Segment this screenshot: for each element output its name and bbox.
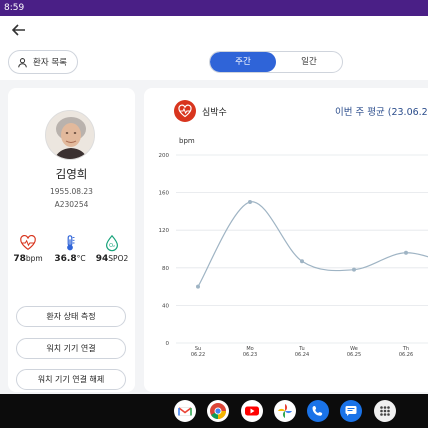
app-dock	[167, 400, 412, 424]
phone-icon[interactable]	[307, 400, 329, 422]
patient-birth-date: 1955.08.23	[50, 187, 93, 196]
person-icon	[18, 57, 27, 67]
data-point	[196, 284, 200, 289]
vital-temperature: 36.8°C	[52, 234, 88, 264]
y-tick-label: 0	[166, 341, 170, 347]
status-bar: 8:59	[0, 0, 428, 16]
heart-rate-panel: 심박수 이번 주 평균 (23.06.2 bpm 0 40 80 120 160 200 Su…	[144, 88, 428, 392]
x-tick-date: 06.26	[399, 352, 413, 358]
patient-list-label: 환자 목록	[33, 58, 67, 68]
tab-daily[interactable]: 일간	[276, 52, 342, 72]
temperature-value: 36.8	[54, 254, 77, 264]
tab-weekly[interactable]: 주간	[210, 52, 276, 72]
y-tick-label: 200	[159, 153, 170, 159]
app-drawer-icon[interactable]	[374, 400, 396, 422]
gmail-icon[interactable]	[174, 400, 196, 422]
spo2-unit: SPO2	[108, 254, 129, 263]
period-toggle: 주간 일간	[209, 51, 343, 73]
patient-id: A230254	[54, 200, 89, 209]
heart-rate-value: 78	[13, 254, 26, 264]
x-tick-date: 06.24	[295, 352, 309, 358]
y-tick-label: 80	[162, 266, 169, 272]
patient-list-button[interactable]: 환자 목록	[8, 50, 78, 74]
thermometer-icon	[67, 235, 75, 251]
spo2-value: 94	[95, 254, 109, 264]
back-arrow-icon[interactable]	[9, 22, 29, 42]
vital-heart-rate: 78bpm	[10, 234, 46, 264]
app-bar: 환자 목록 주간 일간	[0, 16, 428, 80]
youtube-icon[interactable]	[241, 400, 263, 422]
heart-rate-chart: bpm04080120160200Su06.22Mo06.23Tu06.24We…	[159, 137, 428, 358]
messages-icon[interactable]	[340, 400, 362, 422]
y-tick-label: 120	[159, 228, 170, 234]
data-point	[248, 200, 252, 204]
status-time: 8:59	[4, 3, 25, 13]
data-point	[300, 259, 304, 264]
y-axis-label: bpm	[179, 137, 195, 145]
avatar	[45, 110, 95, 160]
x-tick-date: 06.22	[191, 352, 205, 358]
oxygen-drop-label: O₂	[109, 243, 115, 249]
heart-rate-unit: bpm	[25, 254, 43, 263]
x-tick-date: 06.23	[243, 352, 257, 358]
disconnect-watch-button[interactable]: 워치 기기 연결 해제	[16, 369, 126, 390]
y-tick-label: 40	[162, 303, 169, 309]
chrome-icon[interactable]	[207, 400, 229, 422]
data-point	[352, 267, 356, 272]
x-tick-date: 06.25	[347, 352, 361, 358]
patient-card: 김영희 1955.08.23 A230254 78bpm 36.8°C O₂ 9…	[8, 88, 135, 392]
connect-watch-button[interactable]: 워치 기기 연결	[16, 338, 126, 359]
temperature-unit: °C	[76, 254, 86, 263]
heartbeat-icon	[20, 235, 36, 251]
oxygen-drop-icon: O₂	[106, 234, 118, 252]
heart-rate-series-line	[197, 201, 428, 287]
data-point	[404, 250, 408, 255]
patient-name: 김영희	[55, 167, 88, 181]
y-tick-label: 160	[159, 191, 170, 197]
photos-icon[interactable]	[274, 400, 296, 422]
measure-status-button[interactable]: 환자 상태 측정	[16, 306, 126, 327]
vital-spo2: O₂ 94SPO2	[94, 234, 130, 264]
